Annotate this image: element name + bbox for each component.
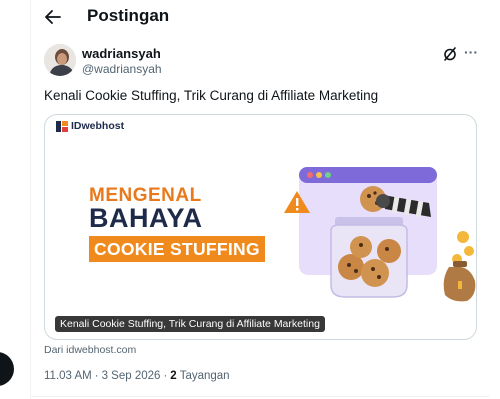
cookie-jar-illustration [284, 167, 476, 302]
idwebhost-logo-icon [56, 120, 68, 132]
arrow-left-icon [45, 10, 61, 24]
left-column-divider [30, 0, 31, 399]
avatar-image [44, 44, 76, 76]
tweet-time[interactable]: 11.03 AM [44, 370, 92, 382]
meta-separator: · [163, 370, 168, 382]
meta-separator: · [94, 370, 99, 382]
section-divider [30, 396, 490, 397]
account-switcher-avatar[interactable] [0, 352, 14, 386]
tweet-meta: 11.03 AM · 3 Sep 2026 · 2 Tayangan [44, 370, 230, 382]
card-brand-name: IDwebhost [71, 120, 125, 132]
tweet-author: wadriansyah @wadriansyah ··· [44, 44, 484, 78]
card-headline-line2: BAHAYA [89, 203, 203, 233]
tweet-text: Kenali Cookie Stuffing, Trik Curang di A… [44, 88, 379, 103]
card-brand-logo: IDwebhost [56, 119, 124, 133]
author-handle[interactable]: @wadriansyah [82, 62, 162, 76]
back-button[interactable] [40, 4, 66, 30]
grok-slash-circle-icon [444, 47, 456, 61]
avatar[interactable] [44, 44, 76, 76]
card-caption: Kenali Cookie Stuffing, Trik Curang di A… [55, 316, 325, 332]
tweet-date[interactable]: 3 Sep 2026 [102, 370, 161, 382]
more-options-button[interactable]: ··· [464, 44, 480, 60]
views-count: 2 [170, 370, 177, 382]
page-title: Postingan [87, 6, 170, 25]
card-headline-line3: COOKIE STUFFING [89, 236, 265, 262]
views-label: Tayangan [179, 370, 230, 382]
grok-button[interactable] [442, 46, 458, 62]
page-header: Postingan [0, 0, 500, 36]
link-preview-card[interactable]: IDwebhost MENGENAL BAHAYA COOKIE STUFFIN… [44, 114, 477, 340]
card-source-link[interactable]: Dari idwebhost.com [44, 344, 136, 356]
author-display-name[interactable]: wadriansyah [82, 46, 161, 61]
